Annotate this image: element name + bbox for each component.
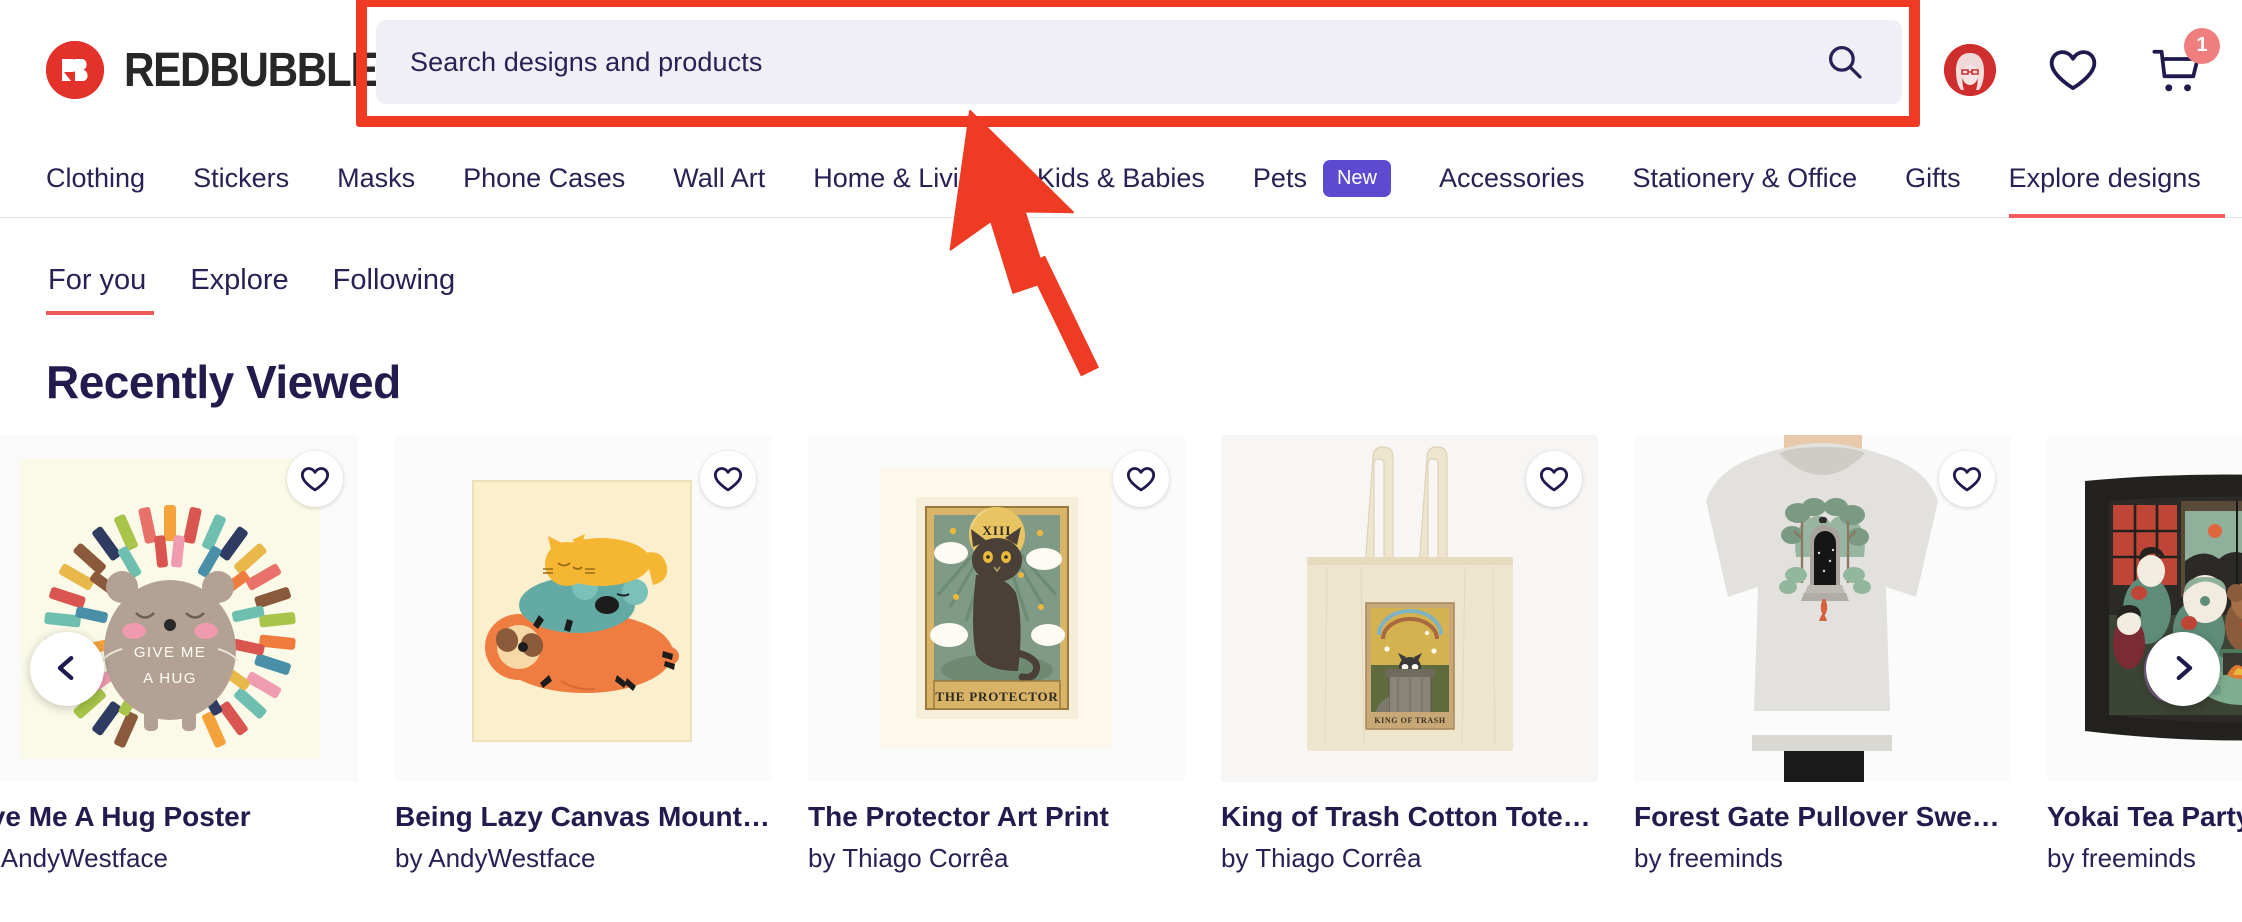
nav-label: Stationery & Office — [1632, 163, 1858, 193]
redbubble-page: REDBUBBLE Search designs and products 1 … — [0, 0, 2242, 922]
nav-label: Accessories — [1438, 163, 1585, 193]
tote-design-text: KING OF TRASH — [1374, 716, 1446, 725]
hedgehog-text-line2: A HUG — [143, 670, 197, 687]
tab-following[interactable]: Following — [311, 264, 478, 315]
tab-explore[interactable]: Explore — [168, 264, 310, 315]
favorite-button[interactable] — [1113, 451, 1169, 507]
product-artist[interactable]: by Thiago Corrêa — [1221, 843, 1598, 874]
hedgehog-text-line1: GIVE ME — [134, 644, 206, 661]
product-title[interactable]: Being Lazy Canvas Mounted P... — [395, 801, 772, 833]
yokai-tea-party-tapestry-art — [2047, 435, 2242, 782]
product-card[interactable]: KING OF TRASH King of Trash Cotton Tote … — [1221, 435, 1598, 874]
nav-label: Wall Art — [673, 163, 766, 193]
product-image[interactable] — [1634, 435, 2011, 782]
redbubble-logo[interactable]: REDBUBBLE — [46, 41, 412, 99]
favorite-button[interactable] — [700, 451, 756, 507]
product-image[interactable] — [2047, 435, 2242, 782]
nav-label: Phone Cases — [463, 163, 626, 193]
nav-label: Explore designs — [2008, 163, 2201, 193]
nav-label: Pets — [1252, 163, 1307, 193]
nav-item-wall-art[interactable]: Wall Art — [649, 140, 789, 218]
product-card[interactable]: THE PROTECTOR XIII The Protector Art Pri… — [808, 435, 1185, 874]
nav-label: Clothing — [46, 163, 146, 193]
nav-item-gifts[interactable]: Gifts — [1881, 140, 1985, 218]
search-input[interactable]: Search designs and products — [410, 47, 1822, 78]
search-icon[interactable] — [1822, 39, 1868, 85]
nav-item-home-living[interactable]: Home & Living — [789, 140, 1013, 218]
recently-viewed-carousel: GIVE ME A HUG ive Me A Hug Poster y Andy… — [0, 435, 2242, 885]
cart-count-badge: 1 — [2184, 27, 2220, 64]
nav-label: Kids & Babies — [1036, 163, 1205, 193]
nav-item-phone-cases[interactable]: Phone Cases — [439, 140, 649, 218]
chevron-right-icon — [2166, 651, 2200, 688]
product-title[interactable]: The Protector Art Print — [808, 801, 1185, 833]
tab-label: Explore — [190, 264, 289, 296]
new-badge: New — [1322, 160, 1391, 197]
section-title-recently-viewed: Recently Viewed — [46, 356, 401, 408]
favorite-button[interactable] — [1526, 451, 1582, 507]
product-image[interactable] — [395, 435, 772, 782]
nav-item-kids-babies[interactable]: Kids & Babies — [1013, 140, 1229, 218]
nav-label: Stickers — [193, 163, 290, 193]
favorite-button[interactable] — [1939, 451, 1995, 507]
nav-item-masks[interactable]: Masks — [313, 140, 439, 218]
product-artist[interactable]: y AndyWestface — [0, 843, 359, 874]
cart-button[interactable]: 1 — [2150, 27, 2220, 95]
category-nav: Clothing Stickers Masks Phone Cases Wall… — [0, 140, 2242, 218]
carousel-prev-button[interactable] — [30, 632, 104, 706]
product-artist[interactable]: by AndyWestface — [395, 843, 772, 874]
product-artist[interactable]: by Thiago Corrêa — [808, 843, 1185, 874]
chevron-left-icon — [50, 651, 84, 688]
product-title[interactable]: Forest Gate Pullover Sweatshirt — [1634, 801, 2011, 833]
product-title[interactable]: King of Trash Cotton Tote Bag — [1221, 801, 1598, 833]
brand-name: REDBUBBLE — [124, 43, 379, 97]
nav-item-stationery[interactable]: Stationery & Office — [1609, 140, 1882, 218]
nav-label: Masks — [337, 163, 416, 193]
rb-logo-icon — [46, 41, 104, 99]
carousel-next-button[interactable] — [2146, 632, 2220, 706]
tarot-numeral-text: XIII — [982, 523, 1011, 538]
search-bar[interactable]: Search designs and products — [376, 20, 1902, 104]
nav-label: Gifts — [1905, 163, 1961, 193]
product-card[interactable]: Being Lazy Canvas Mounted P... by AndyWe… — [395, 435, 772, 874]
tab-label: For you — [48, 264, 147, 296]
header-actions: 1 — [1944, 0, 2220, 140]
nav-item-pets[interactable]: Pets New — [1229, 140, 1415, 218]
product-artist[interactable]: by freeminds — [1634, 843, 2011, 874]
carousel-track: GIVE ME A HUG ive Me A Hug Poster y Andy… — [0, 435, 2242, 874]
product-image[interactable]: THE PROTECTOR XIII — [808, 435, 1185, 782]
product-image[interactable]: KING OF TRASH — [1221, 435, 1598, 782]
feed-tabs: For you Explore Following — [0, 264, 2242, 315]
product-card[interactable]: Forest Gate Pullover Sweatshirt by freem… — [1634, 435, 2011, 874]
tab-for-you[interactable]: For you — [46, 264, 168, 315]
product-image[interactable]: GIVE ME A HUG — [0, 435, 359, 782]
account-avatar[interactable] — [1944, 44, 1996, 96]
tab-label: Following — [332, 264, 456, 296]
favorite-button[interactable] — [287, 451, 343, 507]
product-title[interactable]: ive Me A Hug Poster — [0, 801, 359, 833]
product-title[interactable]: Yokai Tea Party Tapestry — [2047, 801, 2242, 833]
product-artist[interactable]: by freeminds — [2047, 843, 2242, 874]
nav-item-stickers[interactable]: Stickers — [169, 140, 313, 218]
nav-item-accessories[interactable]: Accessories — [1415, 140, 1609, 218]
nav-item-clothing[interactable]: Clothing — [46, 140, 169, 218]
site-header: REDBUBBLE Search designs and products 1 — [0, 0, 2242, 140]
favorites-heart-icon[interactable] — [2048, 48, 2098, 93]
nav-label: Home & Living — [813, 163, 989, 193]
nav-item-explore-designs[interactable]: Explore designs — [1985, 140, 2225, 218]
tarot-name-text: THE PROTECTOR — [935, 689, 1058, 704]
